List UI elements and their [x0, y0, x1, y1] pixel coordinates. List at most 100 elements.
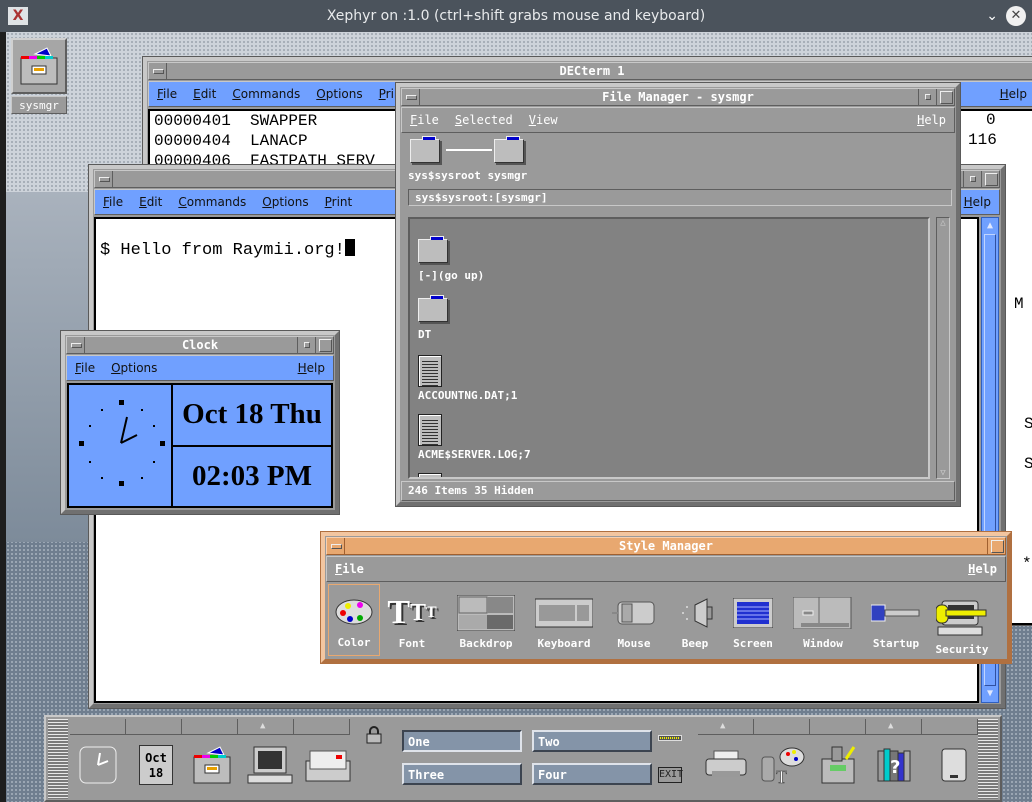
- menu-help[interactable]: Help: [992, 87, 1032, 101]
- menu-file[interactable]: File: [149, 87, 185, 101]
- menu-edit[interactable]: Edit: [131, 195, 170, 209]
- panel-drag-handle[interactable]: [48, 719, 68, 799]
- style-item-startup[interactable]: Startup: [862, 584, 930, 656]
- menu-help[interactable]: Help: [290, 361, 333, 375]
- menu-help[interactable]: Help: [960, 562, 1005, 576]
- help-icon: ?: [877, 748, 911, 782]
- list-item[interactable]: DT: [418, 278, 638, 341]
- menu-help[interactable]: Help: [909, 113, 954, 127]
- mouse-icon: [612, 601, 655, 625]
- menu-options[interactable]: Options: [308, 87, 370, 101]
- minimize-button[interactable]: [297, 337, 315, 353]
- workspace-three-button[interactable]: Three: [402, 763, 522, 785]
- list-item[interactable]: [418, 471, 638, 477]
- style-manager-window[interactable]: Style Manager File Help Color TTT Font B…: [320, 531, 1012, 664]
- panel-help[interactable]: ?: [872, 741, 920, 789]
- menu-selected[interactable]: Selected: [447, 113, 521, 127]
- panel-clock[interactable]: [74, 741, 122, 789]
- menu-file[interactable]: File: [402, 113, 447, 127]
- window-title: DECterm 1: [559, 64, 625, 78]
- lock-button[interactable]: [364, 725, 384, 745]
- maximize-button[interactable]: [936, 89, 954, 105]
- terminal-prompt: $ Hello from Raymii.org!: [100, 239, 355, 260]
- menu-edit[interactable]: Edit: [185, 87, 224, 101]
- workspace-one-button[interactable]: One: [402, 730, 522, 752]
- chevron-down-icon[interactable]: ⌄: [986, 8, 998, 24]
- window-menu-button[interactable]: [67, 337, 85, 353]
- file-manager-titlebar[interactable]: File Manager - sysmgr: [401, 88, 955, 106]
- clock-titlebar[interactable]: Clock: [66, 336, 334, 354]
- palette-icon: [335, 599, 373, 625]
- decterm1-titlebar[interactable]: DECterm 1: [148, 62, 1032, 80]
- folder-icon[interactable]: [494, 136, 524, 163]
- scroll-down-icon[interactable]: ▼: [984, 688, 996, 700]
- vertical-scrollbar[interactable]: △ ▽: [936, 217, 950, 479]
- mail-icon: [305, 750, 351, 782]
- style-item-color[interactable]: Color: [328, 584, 380, 656]
- list-item[interactable]: ACME$SERVER.LOG;7: [418, 412, 638, 472]
- desktop-icon-sysmgr[interactable]: sysmgr: [11, 38, 67, 114]
- panel-app-manager[interactable]: [814, 741, 862, 789]
- subpanel-toggle[interactable]: ▲: [866, 719, 922, 735]
- scroll-up-icon[interactable]: △: [938, 218, 948, 228]
- list-item[interactable]: [-](go up): [418, 219, 638, 282]
- host-titlebar: X Xephyr on :1.0 (ctrl+shift grabs mouse…: [0, 0, 1032, 32]
- file-list[interactable]: [-](go up) DT ACCOUNTNG.DAT;1 ACME$SERVE…: [408, 217, 930, 479]
- style-item-screen[interactable]: Screen: [722, 584, 784, 656]
- scroll-down-icon[interactable]: ▽: [938, 468, 948, 478]
- menu-file[interactable]: File: [67, 361, 103, 375]
- exit-button[interactable]: EXIT: [658, 767, 683, 783]
- style-item-window[interactable]: Window: [784, 584, 862, 656]
- style-item-font[interactable]: TTT Font: [380, 584, 444, 656]
- panel-calendar[interactable]: Oct 18: [132, 741, 180, 789]
- panel-mail[interactable]: [304, 741, 352, 789]
- close-icon[interactable]: ✕: [1006, 6, 1026, 26]
- panel-drag-handle[interactable]: [978, 719, 998, 799]
- panel-printer[interactable]: [702, 741, 750, 789]
- style-item-security[interactable]: Security: [930, 584, 994, 656]
- clock-icon: [79, 746, 117, 784]
- file-manager-window[interactable]: File Manager - sysmgr File Selected View…: [395, 82, 961, 507]
- clock-face-icon: [79, 400, 165, 486]
- style-item-backdrop[interactable]: Backdrop: [444, 584, 528, 656]
- scroll-up-icon[interactable]: ▲: [984, 220, 996, 232]
- menu-view[interactable]: View: [521, 113, 566, 127]
- style-item-beep[interactable]: Beep: [668, 584, 722, 656]
- window-menu-button[interactable]: [149, 63, 167, 79]
- menu-commands[interactable]: Commands: [170, 195, 254, 209]
- minimize-button[interactable]: [987, 538, 1005, 554]
- menu-file[interactable]: File: [327, 562, 372, 576]
- menu-help[interactable]: Help: [956, 195, 999, 209]
- window-menu-button[interactable]: [95, 171, 113, 187]
- clock-window[interactable]: Clock File Options Help Oct 18 Thu 02:03…: [60, 330, 340, 515]
- style-item-mouse[interactable]: Mouse: [600, 584, 668, 656]
- maximize-button[interactable]: [981, 171, 999, 187]
- maximize-button[interactable]: [315, 337, 333, 353]
- menu-options[interactable]: Options: [103, 361, 165, 375]
- workspace-two-button[interactable]: Two: [532, 730, 652, 752]
- app-manager-icon: [821, 746, 856, 784]
- menu-print[interactable]: Print: [317, 195, 361, 209]
- menu-commands[interactable]: Commands: [224, 87, 308, 101]
- list-item[interactable]: ACCOUNTNG.DAT;1: [418, 353, 638, 413]
- menu-file[interactable]: File: [95, 195, 131, 209]
- subpanel-toggle[interactable]: ▲: [698, 719, 754, 735]
- style-manager-titlebar[interactable]: Style Manager: [326, 537, 1006, 555]
- minimize-button[interactable]: [963, 171, 981, 187]
- folder-icon[interactable]: [410, 136, 440, 163]
- workspace-four-button[interactable]: Four: [532, 763, 652, 785]
- window-menu-button[interactable]: [402, 89, 420, 105]
- subpanel-toggle[interactable]: ▲: [238, 719, 294, 735]
- window-menu-button[interactable]: [327, 538, 345, 554]
- desktop-icon-label: sysmgr: [11, 96, 67, 114]
- style-manager-icon: T: [761, 747, 805, 787]
- panel-file-manager[interactable]: [188, 741, 236, 789]
- style-item-keyboard[interactable]: Keyboard: [528, 584, 600, 656]
- minimize-button[interactable]: [918, 89, 936, 105]
- panel-style-manager[interactable]: T: [758, 741, 806, 789]
- path-field[interactable]: sys$sysroot:[sysmgr]: [408, 189, 952, 206]
- menu-options[interactable]: Options: [254, 195, 316, 209]
- panel-trash[interactable]: [930, 741, 978, 789]
- panel-terminal[interactable]: [246, 741, 294, 789]
- document-icon: [418, 355, 442, 387]
